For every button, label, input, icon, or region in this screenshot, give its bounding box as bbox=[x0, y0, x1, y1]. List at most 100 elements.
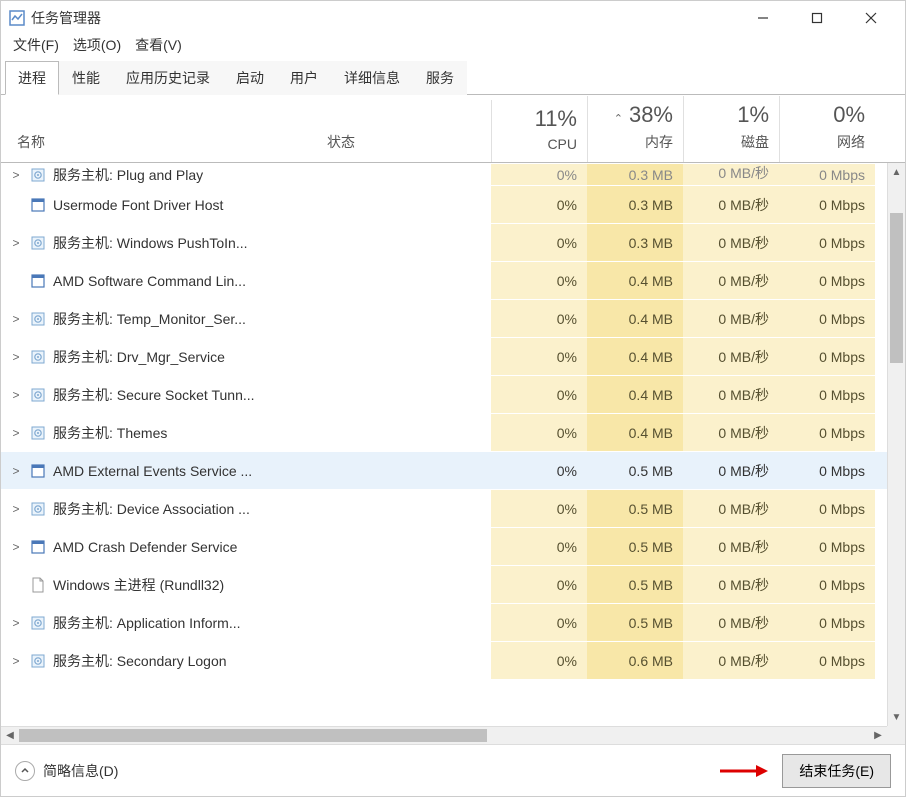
process-cpu: 0% bbox=[491, 186, 587, 223]
process-row[interactable]: >服务主机: Temp_Monitor_Ser...0%0.4 MB0 MB/秒… bbox=[1, 299, 905, 337]
tab-startup[interactable]: 启动 bbox=[223, 61, 277, 95]
window-title: 任务管理器 bbox=[31, 8, 749, 28]
disk-percent: 1% bbox=[737, 102, 769, 128]
menu-file[interactable]: 文件(F) bbox=[13, 35, 59, 55]
expand-toggle[interactable]: > bbox=[9, 654, 23, 668]
expand-toggle[interactable]: > bbox=[9, 540, 23, 554]
process-disk: 0 MB/秒 bbox=[683, 164, 779, 185]
process-name-cell: >AMD Crash Defender Service bbox=[1, 538, 319, 556]
tab-processes[interactable]: 进程 bbox=[5, 61, 59, 95]
cpu-percent: 11% bbox=[535, 106, 577, 132]
column-name[interactable]: 名称 bbox=[1, 126, 319, 162]
scroll-up-icon[interactable]: ▲ bbox=[888, 163, 905, 181]
process-cpu: 0% bbox=[491, 604, 587, 641]
process-net: 0 Mbps bbox=[779, 528, 875, 565]
tab-users[interactable]: 用户 bbox=[277, 61, 331, 95]
network-label: 网络 bbox=[784, 132, 865, 152]
process-disk: 0 MB/秒 bbox=[683, 566, 779, 603]
expand-toggle[interactable]: > bbox=[9, 388, 23, 402]
expand-toggle[interactable]: > bbox=[9, 464, 23, 478]
process-name: 服务主机: Drv_Mgr_Service bbox=[53, 347, 225, 367]
process-row[interactable]: >服务主机: Plug and Play0%0.3 MB0 MB/秒0 Mbps bbox=[1, 163, 905, 185]
expand-toggle[interactable]: > bbox=[9, 502, 23, 516]
scroll-thumb-h[interactable] bbox=[19, 729, 487, 742]
tab-services[interactable]: 服务 bbox=[413, 61, 467, 95]
expand-toggle[interactable]: > bbox=[9, 236, 23, 250]
process-row[interactable]: >服务主机: Device Association ...0%0.5 MB0 M… bbox=[1, 489, 905, 527]
process-name: 服务主机: Windows PushToIn... bbox=[53, 233, 248, 253]
process-row[interactable]: >服务主机: Drv_Mgr_Service0%0.4 MB0 MB/秒0 Mb… bbox=[1, 337, 905, 375]
tab-performance[interactable]: 性能 bbox=[59, 61, 113, 95]
process-row[interactable]: Usermode Font Driver Host0%0.3 MB0 MB/秒0… bbox=[1, 185, 905, 223]
tab-details[interactable]: 详细信息 bbox=[331, 61, 413, 95]
process-name: 服务主机: Plug and Play bbox=[53, 165, 203, 185]
end-task-button[interactable]: 结束任务(E) bbox=[782, 754, 891, 788]
process-cpu: 0% bbox=[491, 262, 587, 299]
annotation-arrow-icon bbox=[718, 765, 768, 777]
process-row[interactable]: AMD Software Command Lin...0%0.4 MB0 MB/… bbox=[1, 261, 905, 299]
process-mem: 0.3 MB bbox=[587, 224, 683, 261]
process-disk: 0 MB/秒 bbox=[683, 300, 779, 337]
column-cpu[interactable]: 11% CPU bbox=[491, 100, 587, 162]
column-status[interactable]: 状态 bbox=[319, 126, 491, 162]
process-list: >服务主机: Plug and Play0%0.3 MB0 MB/秒0 Mbps… bbox=[1, 163, 905, 744]
minimize-button[interactable] bbox=[749, 12, 777, 24]
process-net: 0 Mbps bbox=[779, 338, 875, 375]
close-button[interactable] bbox=[857, 12, 885, 24]
expand-toggle[interactable]: > bbox=[9, 312, 23, 326]
scroll-thumb[interactable] bbox=[890, 213, 903, 363]
column-memory[interactable]: ⌃ 38% 内存 bbox=[587, 96, 683, 162]
process-mem: 0.5 MB bbox=[587, 604, 683, 641]
task-manager-icon bbox=[9, 10, 25, 26]
scroll-right-icon[interactable]: ▶ bbox=[869, 727, 887, 744]
scroll-left-icon[interactable]: ◀ bbox=[1, 727, 19, 744]
column-disk[interactable]: 1% 磁盘 bbox=[683, 96, 779, 162]
process-row[interactable]: >AMD External Events Service ...0%0.5 MB… bbox=[1, 451, 905, 489]
menu-view[interactable]: 查看(V) bbox=[135, 35, 182, 55]
process-row[interactable]: >AMD Crash Defender Service0%0.5 MB0 MB/… bbox=[1, 527, 905, 565]
expand-toggle[interactable]: > bbox=[9, 168, 23, 182]
column-network[interactable]: 0% 网络 bbox=[779, 96, 875, 162]
vertical-scrollbar[interactable]: ▲ ▼ bbox=[887, 163, 905, 726]
menu-options[interactable]: 选项(O) bbox=[73, 35, 121, 55]
process-row[interactable]: >服务主机: Secure Socket Tunn...0%0.4 MB0 MB… bbox=[1, 375, 905, 413]
process-name: AMD Software Command Lin... bbox=[53, 273, 246, 289]
process-name-cell: >服务主机: Temp_Monitor_Ser... bbox=[1, 309, 319, 329]
gear-icon bbox=[29, 652, 47, 670]
process-net: 0 Mbps bbox=[779, 224, 875, 261]
process-cpu: 0% bbox=[491, 566, 587, 603]
process-disk: 0 MB/秒 bbox=[683, 338, 779, 375]
process-mem: 0.3 MB bbox=[587, 186, 683, 223]
process-cpu: 0% bbox=[491, 224, 587, 261]
process-mem: 0.3 MB bbox=[587, 164, 683, 185]
tab-history[interactable]: 应用历史记录 bbox=[113, 61, 223, 95]
process-row[interactable]: Windows 主进程 (Rundll32)0%0.5 MB0 MB/秒0 Mb… bbox=[1, 565, 905, 603]
process-row[interactable]: >服务主机: Themes0%0.4 MB0 MB/秒0 Mbps bbox=[1, 413, 905, 451]
process-name: 服务主机: Device Association ... bbox=[53, 499, 250, 519]
gear-icon bbox=[29, 500, 47, 518]
scroll-down-icon[interactable]: ▼ bbox=[888, 708, 905, 726]
window-controls bbox=[749, 12, 897, 24]
process-row[interactable]: >服务主机: Secondary Logon0%0.6 MB0 MB/秒0 Mb… bbox=[1, 641, 905, 679]
gear-icon bbox=[29, 310, 47, 328]
gear-icon bbox=[29, 166, 47, 184]
scroll-track-h[interactable] bbox=[19, 727, 869, 744]
app-icon bbox=[29, 538, 47, 556]
process-name: 服务主机: Themes bbox=[53, 423, 167, 443]
collapse-toggle-icon[interactable] bbox=[15, 761, 35, 781]
process-cpu: 0% bbox=[491, 376, 587, 413]
expand-toggle[interactable]: > bbox=[9, 350, 23, 364]
process-mem: 0.5 MB bbox=[587, 566, 683, 603]
process-row[interactable]: >服务主机: Application Inform...0%0.5 MB0 MB… bbox=[1, 603, 905, 641]
scroll-track[interactable] bbox=[888, 181, 905, 708]
process-cpu: 0% bbox=[491, 338, 587, 375]
horizontal-scrollbar[interactable]: ◀ ▶ bbox=[1, 726, 887, 744]
process-name-cell: > 服务主机: Secure Socket Tunn... bbox=[1, 385, 319, 405]
brief-info-link[interactable]: 简略信息(D) bbox=[43, 761, 710, 781]
expand-toggle[interactable]: > bbox=[9, 426, 23, 440]
process-name: 服务主机: Secure Socket Tunn... bbox=[53, 385, 255, 405]
memory-percent: 38% bbox=[629, 102, 673, 128]
maximize-button[interactable] bbox=[803, 12, 831, 24]
expand-toggle[interactable]: > bbox=[9, 616, 23, 630]
process-row[interactable]: >服务主机: Windows PushToIn...0%0.3 MB0 MB/秒… bbox=[1, 223, 905, 261]
